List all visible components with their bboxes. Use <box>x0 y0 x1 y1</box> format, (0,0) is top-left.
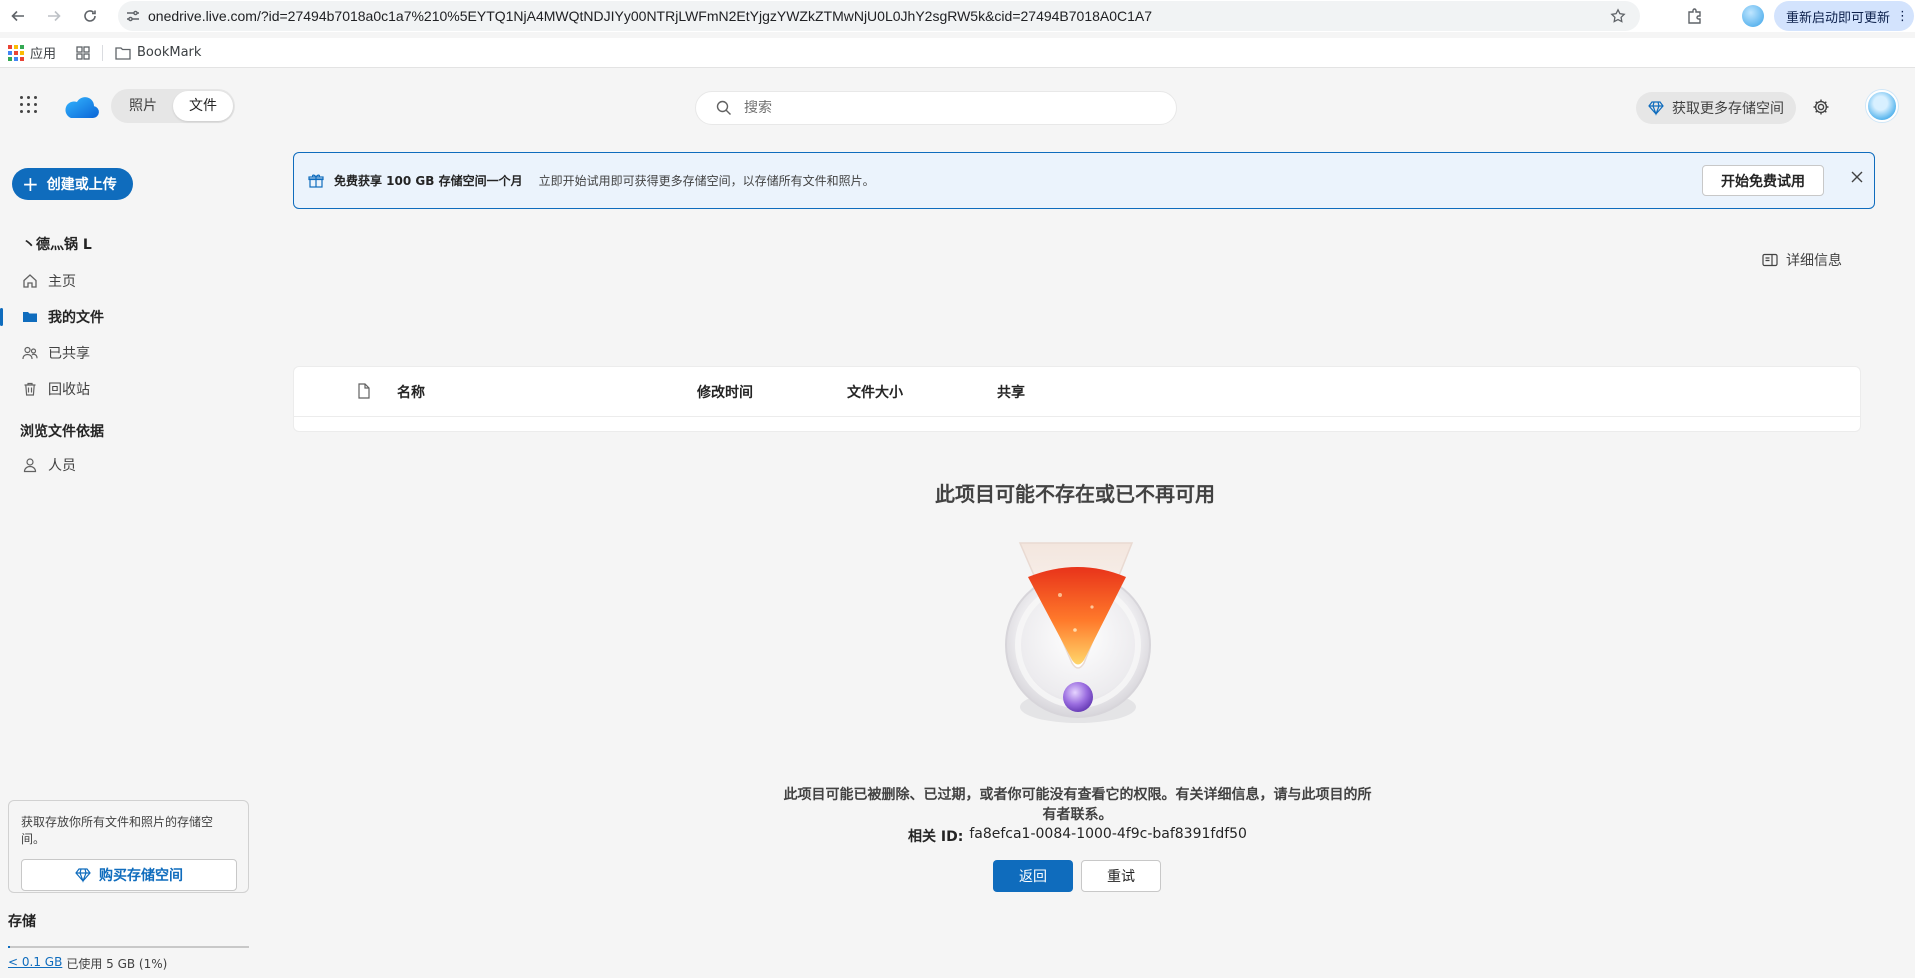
sidebar-item-my-files[interactable]: 我的文件 <box>0 299 240 335</box>
people-icon <box>22 346 38 360</box>
correlation-id-value: fa8efca1-0084-1000-4f9c-baf8391fdf50 <box>969 826 1247 842</box>
search-box <box>695 91 1177 125</box>
error-title: 此项目可能不存在或已不再可用 <box>935 482 1215 506</box>
column-header-name[interactable]: 名称 <box>397 382 425 402</box>
bookmark-star-icon[interactable] <box>1610 8 1626 28</box>
settings-gear-icon[interactable] <box>1812 98 1830 120</box>
bookmark-apps[interactable]: 应用 <box>8 43 56 62</box>
apps-icon <box>8 44 24 61</box>
bookmark-separator <box>102 44 104 61</box>
sidebar-item-label: 已共享 <box>48 346 90 362</box>
address-bar[interactable]: onedrive.live.com/?id=27494b7018a0c1a7%2… <box>118 1 1640 31</box>
create-or-upload-label: 创建或上传 <box>46 177 117 193</box>
storage-heading: 存储 <box>8 914 36 930</box>
warning-illustration <box>1005 542 1151 723</box>
pivot-tabs: 照片 文件 <box>111 89 235 123</box>
get-more-storage-button[interactable]: 获取更多存储空间 <box>1636 92 1796 124</box>
retry-button[interactable]: 重试 <box>1081 860 1161 892</box>
browse-files-heading: 浏览文件依据 <box>20 424 104 440</box>
onedrive-logo-icon[interactable] <box>62 94 100 120</box>
account-name: 丶德灬锅 L <box>22 237 92 253</box>
file-list: 名称 修改时间 文件大小 共享 <box>293 366 1861 432</box>
free-trial-banner: 免费获享 100 GB 存储空间一个月 立即开始试用即可获得更多存储空间，以存储… <box>293 152 1875 209</box>
start-free-trial-button[interactable]: 开始免费试用 <box>1702 165 1824 196</box>
extensions-icon[interactable] <box>1686 7 1704 29</box>
back-arrow-icon[interactable] <box>0 0 36 32</box>
tab-groups-icon[interactable] <box>76 45 90 60</box>
correlation-id-label: 相关 ID: <box>908 829 964 845</box>
search-icon <box>716 100 731 115</box>
column-header-size[interactable]: 文件大小 <box>847 382 903 402</box>
column-header-modified[interactable]: 修改时间 <box>697 382 753 402</box>
correlation-id: 相关 ID: fa8efca1-0084-1000-4f9c-baf8391fd… <box>780 826 1375 846</box>
tab-files[interactable]: 文件 <box>173 91 233 121</box>
error-description: 此项目可能已被删除、已过期，或者你可能没有查看它的权限。有关详细信息，请与此项目… <box>783 787 1372 823</box>
column-header-sharing[interactable]: 共享 <box>997 382 1025 402</box>
browser-toolbar: onedrive.live.com/?id=27494b7018a0c1a7%2… <box>0 0 1915 32</box>
home-icon <box>23 274 37 288</box>
update-label: 重新启动即可更新 <box>1786 10 1891 26</box>
banner-description: 立即开始试用即可获得更多存储空间，以存储所有文件和照片。 <box>538 174 875 188</box>
folder-icon <box>23 312 37 322</box>
back-button[interactable]: 返回 <box>993 860 1073 892</box>
tab-photos[interactable]: 照片 <box>113 91 173 121</box>
storage-usage-fill <box>8 946 11 948</box>
file-type-icon[interactable] <box>357 383 371 403</box>
url-text[interactable]: onedrive.live.com/?id=27494b7018a0c1a7%2… <box>148 8 1152 24</box>
details-label: 详细信息 <box>1786 253 1842 269</box>
sidebar-item-label: 主页 <box>48 274 76 290</box>
forward-arrow-icon[interactable] <box>36 0 72 32</box>
sidebar-item-recycle-bin[interactable]: 回收站 <box>0 371 240 407</box>
storage-usage-bar <box>8 946 249 948</box>
sidebar-nav: 主页 我的文件 已共享 回收站 <box>0 263 240 407</box>
sidebar-item-home[interactable]: 主页 <box>0 263 240 299</box>
storage-promo-card: 获取存放你所有文件和照片的存储空间。 购买存储空间 <box>8 800 249 893</box>
bookmark-folder-label: BookMark <box>137 45 202 60</box>
reload-icon[interactable] <box>72 0 108 32</box>
more-vert-icon: ⋮ <box>1896 8 1910 24</box>
update-button[interactable]: 重新启动即可更新 ⋮ <box>1774 1 1914 31</box>
person-icon <box>23 458 37 473</box>
app-launcher-icon[interactable] <box>20 96 37 113</box>
sidebar-item-label: 回收站 <box>48 382 90 398</box>
site-info-icon[interactable] <box>118 8 148 24</box>
buy-storage-label: 购买存储空间 <box>99 868 183 884</box>
bookmarks-bar: 应用 BookMark <box>0 38 1915 68</box>
sidebar-item-label: 我的文件 <box>48 310 104 326</box>
app-header: 照片 文件 获取更多存储空间 <box>0 68 1915 148</box>
search-input[interactable] <box>744 100 1144 116</box>
storage-promo-text: 获取存放你所有文件和照片的存储空间。 <box>21 815 214 846</box>
trash-icon <box>24 382 36 396</box>
diamond-icon <box>75 868 91 883</box>
plus-icon: + <box>22 172 39 196</box>
diamond-icon <box>1648 101 1664 116</box>
sidebar-item-shared[interactable]: 已共享 <box>0 335 240 371</box>
storage-used-text: 已使用 5 GB (1%) <box>66 957 168 971</box>
gift-icon <box>308 173 324 189</box>
banner-title: 免费获享 100 GB 存储空间一个月 <box>334 174 523 188</box>
close-icon[interactable] <box>1850 170 1864 187</box>
bookmark-folder[interactable]: BookMark <box>115 45 201 60</box>
create-or-upload-button[interactable]: + 创建或上传 <box>12 168 133 200</box>
details-pane-button[interactable]: 详细信息 <box>1762 250 1842 270</box>
bookmark-apps-label: 应用 <box>30 47 57 62</box>
buy-storage-button[interactable]: 购买存储空间 <box>21 859 237 891</box>
file-list-header: 名称 修改时间 文件大小 共享 <box>294 367 1860 417</box>
browser-profile-icon[interactable] <box>1742 5 1764 27</box>
storage-usage: < 0.1 GB 已使用 5 GB (1%) <box>8 955 167 972</box>
details-pane-icon <box>1762 253 1778 267</box>
account-avatar[interactable] <box>1866 90 1898 122</box>
get-more-storage-label: 获取更多存储空间 <box>1672 101 1784 117</box>
folder-outline-icon <box>115 46 131 60</box>
sidebar-item-label: 人员 <box>48 458 76 474</box>
storage-used-link[interactable]: < 0.1 GB <box>8 955 62 972</box>
